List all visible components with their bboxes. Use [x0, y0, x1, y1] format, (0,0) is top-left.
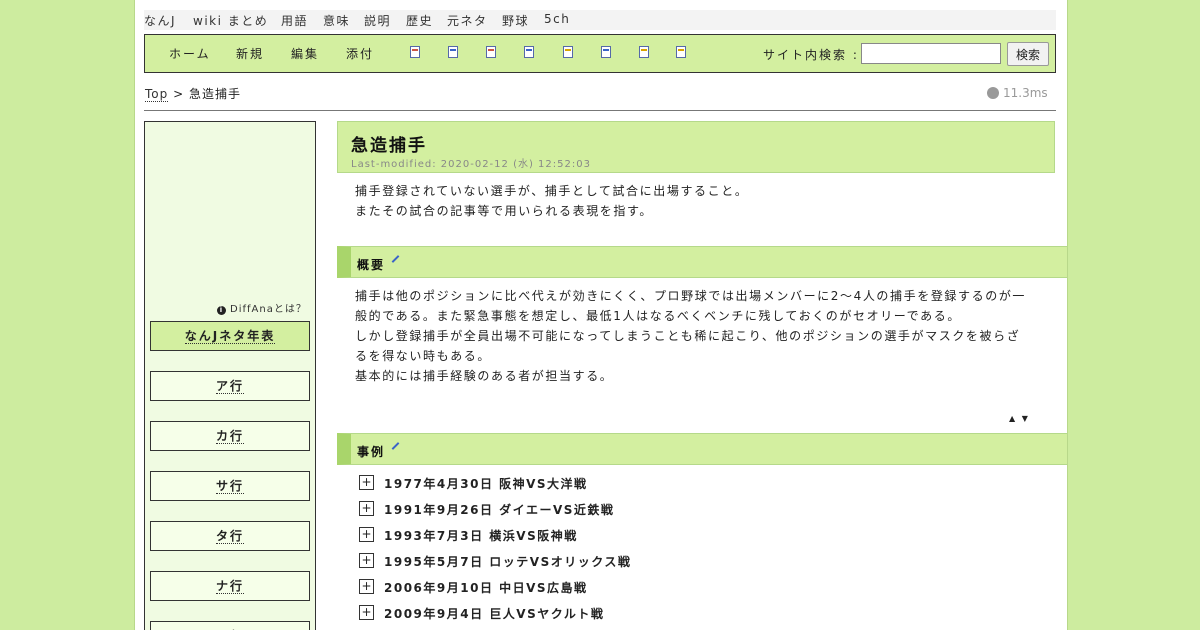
breadcrumb-separator: > — [173, 87, 185, 101]
sidebar-item-label: ナ行 — [215, 579, 244, 594]
title-box: 急造捕手 Last-modified: 2020-02-12 (水) 12:52… — [337, 121, 1055, 173]
diffana-help-link[interactable]: i DiffAnaとは？ — [217, 300, 307, 315]
sidebar-item-label: なんJネタ年表 — [184, 329, 276, 344]
copy-page-icon[interactable] — [410, 46, 420, 58]
topnav-link-imi[interactable]: 意味 — [323, 12, 350, 29]
search-input[interactable] — [861, 43, 1001, 64]
topnav-link-nanj[interactable]: なんJ — [144, 12, 176, 29]
case-label: 1991年9月26日 ダイエーVS近鉄戦 — [384, 503, 615, 517]
diffana-help-text: DiffAnaとは？ — [230, 304, 307, 315]
sidebar-ad-area — [145, 122, 315, 292]
case-label: 1995年5月7日 ロッテVSオリックス戦 — [384, 555, 632, 569]
sidebar-item-sa-gyo[interactable]: サ行 — [150, 471, 310, 501]
expand-plus-icon[interactable]: + — [359, 605, 374, 620]
sidebar-item-label: タ行 — [215, 529, 244, 544]
section-heading-text: 概要 — [357, 258, 386, 272]
case-label: 1993年7月3日 横浜VS阪神戦 — [384, 529, 578, 543]
sidebar-item-ha-gyo[interactable]: ハ行 — [150, 621, 310, 630]
expand-plus-icon[interactable]: + — [359, 553, 374, 568]
sidebar-item-label: カ行 — [215, 429, 244, 444]
sidebar-item-na-gyo[interactable]: ナ行 — [150, 571, 310, 601]
topnav-link-setsumei[interactable]: 説明 — [364, 12, 391, 29]
toolbar: ホーム 新規 編集 添付 サイト内検索 : 検索 — [144, 34, 1056, 73]
header-divider — [144, 110, 1056, 111]
diff-icon[interactable] — [486, 46, 496, 58]
rename-icon[interactable] — [601, 46, 611, 58]
expand-plus-icon[interactable]: + — [359, 501, 374, 516]
page-title: 急造捕手 — [351, 136, 427, 156]
speedometer-icon — [987, 87, 999, 99]
case-label: 1977年4月30日 阪神VS大洋戦 — [384, 477, 588, 491]
page-list-icon[interactable] — [448, 46, 458, 58]
home-link[interactable]: ホーム — [169, 45, 211, 62]
sidebar-item-ka-gyo[interactable]: カ行 — [150, 421, 310, 451]
section-heading-cases: 事例 — [337, 433, 1067, 465]
scroll-up-arrow-icon[interactable]: ▲ — [1009, 414, 1017, 423]
expand-plus-icon[interactable]: + — [359, 579, 374, 594]
last-modified: Last-modified: 2020-02-12 (水) 12:52:03 — [351, 159, 591, 170]
expand-plus-icon[interactable]: + — [359, 527, 374, 542]
search-label: サイト内検索 : — [763, 48, 859, 62]
info-icon: i — [217, 306, 226, 315]
search-button[interactable]: 検索 — [1007, 42, 1049, 66]
sidebar-item-nenpyo[interactable]: なんJネタ年表 — [150, 321, 310, 351]
render-time-value: 11.3ms — [1003, 86, 1048, 100]
topnav-link-5ch[interactable]: 5ch — [544, 12, 570, 26]
sidebar: i DiffAnaとは？ なんJネタ年表 ア行 カ行 サ行 タ行 ナ行 ハ行 — [144, 121, 316, 630]
section-heading-overview: 概要 — [337, 246, 1067, 278]
edit-pencil-icon[interactable] — [391, 442, 400, 450]
breadcrumb-top-link[interactable]: Top — [145, 87, 169, 102]
section-heading-text: 事例 — [357, 445, 386, 459]
sidebar-item-label: サ行 — [215, 479, 244, 494]
case-label: 2006年9月10日 中日VS広島戦 — [384, 581, 588, 595]
overview-line: るを得ない時もある。 — [355, 349, 492, 363]
overview-line: 捕手は他のポジションに比べ代えが効きにくく、プロ野球では出場メンバーに2～4人の… — [355, 289, 1027, 303]
overview-line: 基本的には捕手経験のある者が担当する。 — [355, 369, 614, 383]
overview-line: 般的である。また緊急事態を想定し、最低1人はなるべくベンチに残しておくのがセオリ… — [355, 309, 961, 323]
page-wrapper: なんJ wiki まとめ 用語 意味 説明 歴史 元ネタ 野球 5ch ホーム … — [134, 0, 1068, 630]
top-nav: なんJ wiki まとめ 用語 意味 説明 歴史 元ネタ 野球 5ch — [144, 10, 1056, 30]
attach-link[interactable]: 添付 — [346, 45, 374, 62]
freeze-icon[interactable] — [563, 46, 573, 58]
sidebar-item-label: ア行 — [215, 379, 244, 394]
topnav-link-yougo[interactable]: 用語 — [281, 12, 308, 29]
breadcrumb: Top > 急造捕手 — [145, 85, 241, 102]
sidebar-item-a-gyo[interactable]: ア行 — [150, 371, 310, 401]
overview-line: しかし登録捕手が全員出場不可能になってしまうことも稀に起こり、他のポジションの選… — [355, 329, 1021, 343]
section-nav: ▲ ▼ — [1009, 414, 1030, 423]
edit-pencil-icon[interactable] — [391, 255, 400, 263]
topnav-link-motoneta[interactable]: 元ネタ — [447, 12, 488, 29]
intro-line: 捕手登録されていない選手が、捕手として試合に出場すること。 — [355, 184, 749, 198]
help-icon[interactable] — [676, 46, 686, 58]
topnav-link-wiki-matome[interactable]: wiki まとめ — [193, 12, 268, 29]
edit-link[interactable]: 編集 — [291, 45, 319, 62]
topnav-link-yakyu[interactable]: 野球 — [502, 12, 529, 29]
scroll-down-arrow-icon[interactable]: ▼ — [1022, 414, 1030, 423]
case-label: 2009年9月4日 巨人VSヤクルト戦 — [384, 607, 605, 621]
recent-changes-icon[interactable] — [639, 46, 649, 58]
breadcrumb-current: 急造捕手 — [188, 87, 241, 101]
render-time: 11.3ms — [987, 86, 1048, 100]
sidebar-item-ta-gyo[interactable]: タ行 — [150, 521, 310, 551]
intro-line: またその試合の記事等で用いられる表現を指す。 — [355, 204, 654, 218]
backup-icon[interactable] — [524, 46, 534, 58]
expand-plus-icon[interactable]: + — [359, 475, 374, 490]
topnav-link-rekishi[interactable]: 歴史 — [406, 12, 433, 29]
new-page-link[interactable]: 新規 — [236, 45, 264, 62]
